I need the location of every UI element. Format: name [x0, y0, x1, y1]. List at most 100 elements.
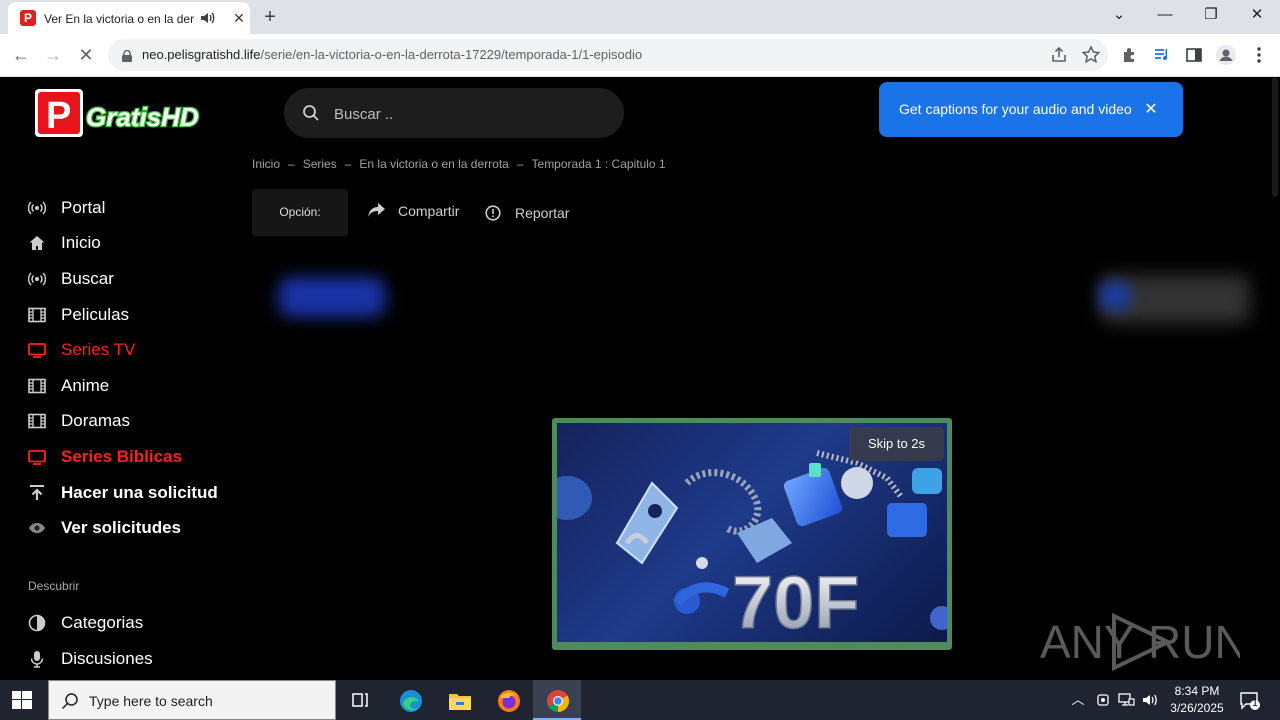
anyrun-watermark-logo: ANY RUN	[1040, 610, 1248, 674]
minimize-window-icon[interactable]: —	[1153, 5, 1177, 25]
url-text[interactable]: neo.pelisgratishd.life/serie/en-la-victo…	[142, 47, 642, 63]
stop-loading-icon[interactable]: ✕	[75, 44, 97, 66]
firefox-icon[interactable]	[484, 680, 532, 720]
tab-search-chevron-icon[interactable]: ⌄	[1107, 5, 1131, 25]
media-control-icon[interactable]	[1151, 44, 1173, 66]
lock-icon[interactable]	[122, 49, 132, 62]
blurred-badge	[1100, 282, 1130, 310]
url-host: neo.pelisgratishd.life	[142, 47, 261, 62]
microphone-icon	[28, 650, 46, 668]
sidebar-item-label: Ver solicitudes	[61, 518, 181, 537]
share-label: Compartir	[398, 203, 460, 219]
close-window-icon[interactable]: ✕	[1245, 5, 1269, 25]
taskbar-clock[interactable]: 8:34 PM 3/26/2025	[1164, 683, 1230, 717]
profile-avatar-icon[interactable]	[1215, 44, 1237, 66]
sidebar-item-label: Hacer una solicitud	[61, 483, 218, 502]
video-ad[interactable]: 70F Skip to 2s	[552, 418, 952, 650]
breadcrumb-item[interactable]: Series	[303, 157, 337, 171]
option-selector[interactable]: Opción:	[252, 189, 348, 236]
taskbar-search-box[interactable]: Type here to search	[48, 680, 336, 720]
tv-icon	[28, 448, 46, 466]
edge-browser-icon[interactable]	[386, 680, 434, 720]
captions-popup-text: Get captions for your audio and video	[899, 101, 1132, 117]
sidebar-item-label: Buscar	[61, 269, 114, 288]
sidebar-item-label: Anime	[61, 376, 110, 395]
tv-icon	[28, 341, 46, 359]
network-icon[interactable]	[1117, 691, 1135, 709]
clock-time: 8:34 PM	[1174, 684, 1220, 698]
blurred-button[interactable]	[278, 277, 386, 317]
sidebar-item-label: Discusiones	[61, 649, 153, 668]
sidebar-item-label: Series TV	[61, 340, 136, 359]
windows-taskbar: Type here to search ︿ 8:34 PM 3/26/2025 …	[0, 680, 1280, 720]
sidebar-item-label: Inicio	[61, 233, 101, 252]
alert-circle-icon	[485, 205, 501, 221]
share-page-icon[interactable]	[1048, 44, 1070, 66]
address-bar[interactable]: neo.pelisgratishd.life/serie/en-la-victo…	[108, 39, 1108, 71]
logo-text: GratisHD	[86, 102, 199, 132]
close-icon[interactable]: ✕	[1143, 102, 1159, 118]
search-box[interactable]	[284, 88, 624, 138]
report-button[interactable]: Reportar	[485, 204, 569, 222]
notification-count: 1	[1252, 698, 1258, 709]
logo-letter: P	[46, 95, 71, 137]
sidebar-item-label: Series Biblicas	[61, 447, 182, 466]
search-icon[interactable]	[302, 104, 320, 122]
site-logo[interactable]: P GratisHD	[34, 87, 214, 139]
notifications-icon[interactable]: 1	[1239, 691, 1261, 710]
sidebar-item-label: Categorias	[61, 613, 144, 632]
extensions-puzzle-icon[interactable]	[1119, 44, 1141, 66]
chrome-icon[interactable]	[533, 680, 581, 720]
volume-icon[interactable]	[1141, 691, 1159, 709]
search-icon	[61, 692, 79, 710]
taskbar-search-placeholder: Type here to search	[89, 693, 213, 709]
browser-tab-strip: P Ver En la victoria o en la derrota ✕ +…	[0, 0, 1280, 34]
new-tab-button[interactable]: +	[260, 7, 280, 27]
ad-banner-text: 70F	[732, 561, 860, 642]
restore-window-icon[interactable]: ❐	[1199, 5, 1223, 25]
upload-icon	[28, 484, 46, 502]
broadcast-icon	[27, 270, 47, 288]
back-arrow-icon[interactable]: ←	[10, 44, 32, 66]
page-scrollbar[interactable]	[1270, 77, 1280, 680]
scrollbar-thumb[interactable]	[1272, 77, 1278, 197]
film-icon	[28, 377, 46, 395]
film-icon	[28, 412, 46, 430]
home-icon	[28, 234, 46, 252]
side-panel-icon[interactable]	[1183, 44, 1205, 66]
share-button[interactable]: Compartir	[368, 202, 459, 220]
search-input[interactable]	[332, 101, 596, 127]
sidebar-item-label: Portal	[61, 198, 106, 217]
discover-heading: Descubrir	[28, 579, 80, 593]
film-icon	[28, 306, 46, 324]
svg-text:ANY: ANY	[1040, 616, 1135, 668]
tray-device-icon[interactable]	[1094, 691, 1112, 709]
svg-text:RUN: RUN	[1148, 616, 1240, 668]
sidebar-item-label: Peliculas	[61, 305, 130, 324]
breadcrumb: Inicio – Series – En la victoria o en la der…	[252, 157, 666, 171]
close-tab-icon[interactable]: ✕	[230, 9, 248, 27]
forward-arrow-icon[interactable]: →	[42, 44, 64, 66]
file-explorer-icon[interactable]	[435, 680, 483, 720]
breadcrumb-item[interactable]: Inicio	[252, 157, 280, 171]
browser-toolbar: ← → ✕ neo.pelisgratishd.life/serie/en-la…	[0, 34, 1280, 77]
more-menu-icon[interactable]	[1248, 44, 1270, 66]
site-favicon-icon: P	[20, 10, 36, 26]
share-arrow-icon	[368, 203, 385, 217]
windows-start-icon[interactable]	[12, 691, 32, 709]
page-viewport: P GratisHD Get captions for your audio a…	[0, 77, 1270, 680]
browser-tab[interactable]: P Ver En la victoria o en la derrota ✕	[8, 2, 250, 34]
broadcast-icon	[27, 199, 47, 217]
eye-icon	[28, 519, 46, 537]
half-circle-icon	[28, 614, 46, 632]
task-view-icon[interactable]	[336, 680, 384, 720]
skip-ad-button[interactable]: Skip to 2s	[849, 427, 944, 461]
live-caption-popup[interactable]: Get captions for your audio and video ✕	[879, 82, 1183, 137]
tray-chevron-up-icon[interactable]: ︿	[1069, 691, 1087, 709]
breadcrumb-item[interactable]: En la victoria o en la derrota	[359, 157, 508, 171]
bookmark-star-icon[interactable]	[1080, 44, 1102, 66]
audio-playing-icon[interactable]	[198, 9, 216, 27]
url-path: /serie/en-la-victoria-o-en-la-derrota-17…	[260, 47, 643, 62]
report-label: Reportar	[515, 205, 570, 221]
clock-date: 3/26/2025	[1170, 701, 1224, 715]
